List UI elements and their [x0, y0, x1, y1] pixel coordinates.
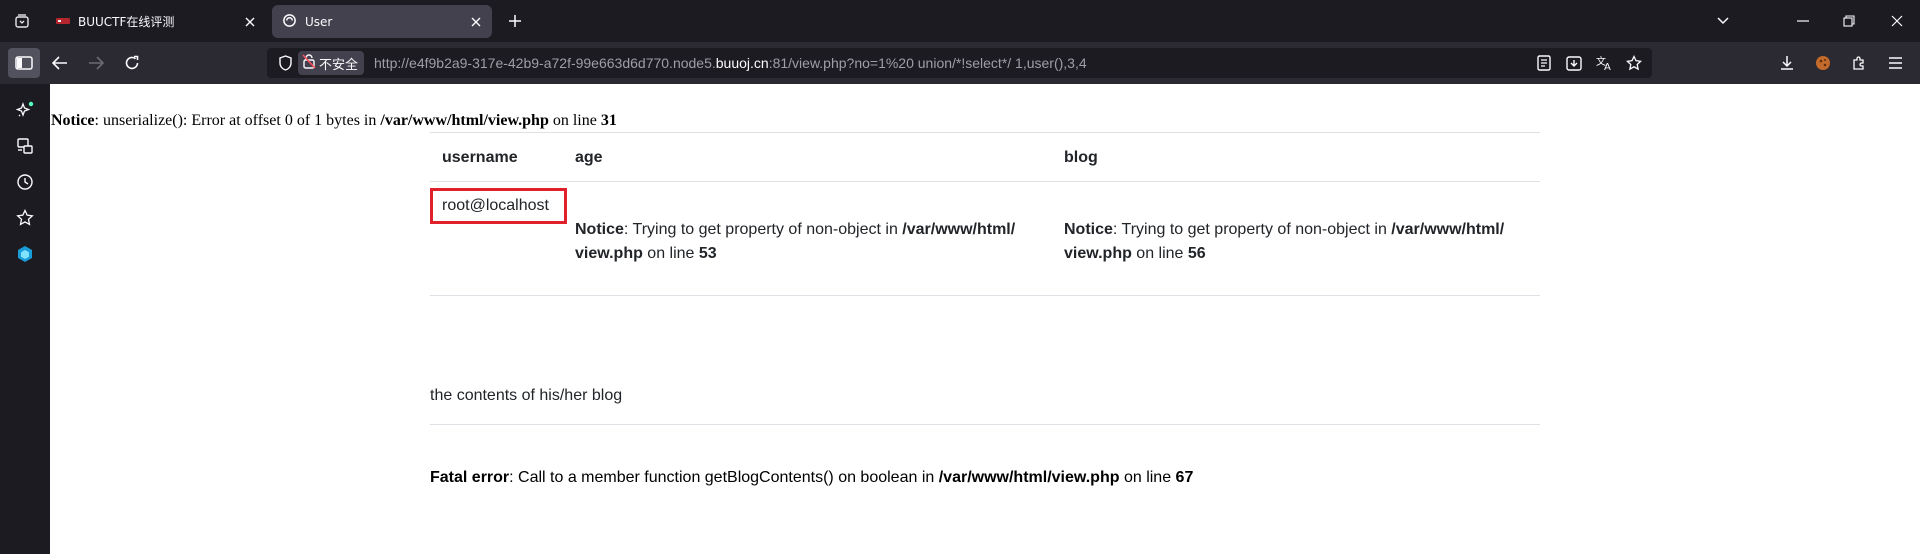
svg-text:A: A — [1604, 62, 1611, 71]
notice-message: : unserialize(): Error at offset 0 of 1 … — [94, 112, 381, 129]
close-window-icon[interactable] — [1874, 0, 1920, 42]
insecure-label: 不安全 — [319, 57, 359, 73]
notice-path: /var/www/html/view.php — [380, 112, 549, 129]
row-divider — [430, 295, 1540, 296]
unserialize-notice: Notice: unserialize(): Error at offset 0… — [51, 112, 617, 130]
notice-line-number: 53 — [698, 245, 717, 262]
list-all-tabs-chevron-down-icon[interactable] — [1708, 0, 1738, 42]
blog-cell-notice: Notice: Trying to get property of non-ob… — [1064, 218, 1534, 266]
tab-buuctf[interactable]: BUUCTF在线评测 — [46, 5, 266, 38]
blog-divider — [430, 424, 1540, 425]
header-divider — [430, 181, 1540, 182]
navigation-toolbar: 不安全 http://e4f9b2a9-317e-42b9-a72f-99e66… — [0, 42, 1920, 84]
url-prefix: http://e4f9b2a9-317e-42b9-a72f-99e663d6d… — [374, 55, 716, 71]
notice-on-line: on line — [548, 112, 601, 129]
insecure-connection-button[interactable]: 不安全 — [298, 51, 365, 75]
tab-list-icon[interactable] — [6, 0, 38, 42]
column-header-age: age — [575, 149, 603, 166]
restore-icon[interactable] — [1826, 0, 1872, 42]
buuctf-favicon-icon — [56, 15, 70, 29]
notice-line-number: 31 — [600, 112, 617, 129]
fatal-error-line-number: 67 — [1175, 469, 1194, 486]
tab-close-icon[interactable] — [241, 13, 258, 30]
extension-cube-icon[interactable] — [13, 242, 37, 266]
notice-on-line: on line — [642, 245, 699, 262]
reload-icon[interactable] — [116, 48, 148, 78]
url-bar[interactable]: 不安全 http://e4f9b2a9-317e-42b9-a72f-99e66… — [267, 48, 1652, 78]
sidebar-toggle-icon[interactable] — [8, 48, 40, 78]
app-menu-hamburger-icon[interactable] — [1879, 48, 1911, 78]
broken-lock-icon — [302, 53, 316, 73]
bookmarks-star-icon[interactable] — [13, 206, 37, 230]
downloads-icon[interactable] — [1771, 48, 1803, 78]
notice-line-number: 56 — [1187, 245, 1206, 262]
fatal-error-path: /var/www/html/view.php — [938, 469, 1120, 486]
notice-label: Notice — [51, 112, 95, 129]
column-header-blog: blog — [1064, 149, 1098, 166]
username-cell: root@localhost — [442, 197, 549, 214]
fatal-error-label: Fatal error — [430, 469, 510, 486]
notice-label: Notice — [575, 221, 624, 238]
notice-label: Notice — [1064, 221, 1113, 238]
browser-sidebar — [0, 84, 50, 554]
notice-path: /var/www/html/ — [1391, 221, 1505, 238]
fatal-error-text: : Call to a member function getBlogConte… — [509, 469, 939, 486]
save-to-pocket-icon[interactable] — [1562, 51, 1586, 75]
reader-view-icon[interactable] — [1532, 51, 1556, 75]
bookmark-star-icon[interactable] — [1622, 51, 1646, 75]
column-header-username: username — [442, 149, 518, 166]
tab-title: User — [305, 14, 333, 29]
url-text[interactable]: http://e4f9b2a9-317e-42b9-a72f-99e663d6d… — [374, 55, 1087, 71]
tab-close-icon[interactable] — [467, 13, 484, 30]
translate-icon[interactable]: 文A — [1592, 51, 1616, 75]
forward-arrow-icon[interactable] — [80, 48, 112, 78]
tab-strip: BUUCTF在线评测 User — [0, 0, 1920, 42]
new-tab-plus-icon[interactable] — [500, 0, 530, 42]
extensions-puzzle-icon[interactable] — [1843, 48, 1875, 78]
table-top-divider — [430, 132, 1540, 133]
tab-title: BUUCTF在线评测 — [78, 15, 175, 29]
fatal-error-message: Fatal error: Call to a member function g… — [430, 469, 1193, 487]
url-host: buuoj.cn — [715, 55, 769, 71]
ai-chatbot-sparkle-icon[interactable] — [13, 98, 37, 122]
tracking-protection-shield-icon[interactable] — [274, 52, 296, 74]
synced-tabs-icon[interactable] — [13, 134, 37, 158]
back-arrow-icon[interactable] — [44, 48, 76, 78]
extension-cookie-icon[interactable] — [1807, 48, 1839, 78]
notice-message: : Trying to get property of non-object i… — [1112, 221, 1392, 238]
fatal-error-on-line: on line — [1119, 469, 1176, 486]
notice-path-file: view.php — [1064, 245, 1132, 262]
notice-on-line: on line — [1131, 245, 1188, 262]
notice-path: /var/www/html/ — [902, 221, 1016, 238]
notice-message: : Trying to get property of non-object i… — [623, 221, 903, 238]
minimize-icon[interactable] — [1780, 0, 1826, 42]
history-clock-icon[interactable] — [13, 170, 37, 194]
tab-user[interactable]: User — [272, 5, 492, 38]
page-content: Notice: unserialize(): Error at offset 0… — [50, 84, 1920, 554]
blog-contents-label: the contents of his/her blog — [430, 387, 623, 404]
globe-favicon-icon — [282, 13, 297, 31]
url-suffix: :81/view.php?no=1%20 union/*!select*/ 1,… — [768, 55, 1087, 71]
age-cell-notice: Notice: Trying to get property of non-ob… — [575, 218, 1045, 266]
notice-path-file: view.php — [575, 245, 643, 262]
